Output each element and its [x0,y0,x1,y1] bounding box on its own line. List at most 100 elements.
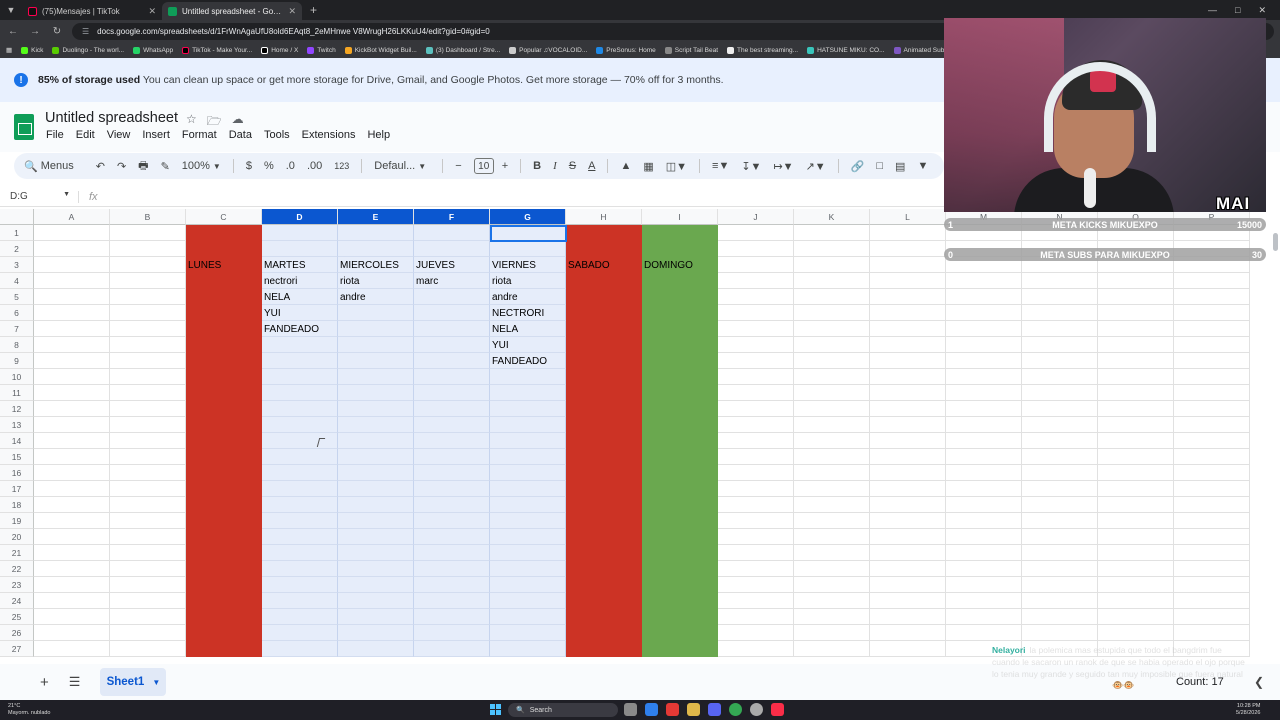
row-header[interactable]: 13 [0,417,34,433]
cell-e1[interactable] [338,225,414,241]
cell-a14[interactable] [34,433,110,449]
menu-view[interactable]: View [107,129,136,141]
cell-j21[interactable] [718,545,794,561]
cell-a9[interactable] [34,353,110,369]
cell-d4[interactable]: nectrori [262,273,338,289]
cell-n15[interactable] [1022,449,1098,465]
cell-i21[interactable] [642,545,718,561]
cell-f1[interactable] [414,225,490,241]
cell-m24[interactable] [946,593,1022,609]
cell-n18[interactable] [1022,497,1098,513]
cell-n19[interactable] [1022,513,1098,529]
cell-d27[interactable] [262,641,338,657]
cell-j18[interactable] [718,497,794,513]
cell-h12[interactable] [566,401,642,417]
cell-f9[interactable] [414,353,490,369]
cell-k14[interactable] [794,433,870,449]
cell-k16[interactable] [794,465,870,481]
cell-j24[interactable] [718,593,794,609]
cell-g25[interactable] [490,609,566,625]
cell-b7[interactable] [110,321,186,337]
cell-e7[interactable] [338,321,414,337]
row-header[interactable]: 11 [0,385,34,401]
cell-o21[interactable] [1098,545,1174,561]
discord-icon[interactable] [708,703,721,716]
cell-n5[interactable] [1022,289,1098,305]
row-header[interactable]: 7 [0,321,34,337]
cell-p11[interactable] [1174,385,1250,401]
cell-h10[interactable] [566,369,642,385]
row-header[interactable]: 5 [0,289,34,305]
cell-a24[interactable] [34,593,110,609]
cell-h14[interactable] [566,433,642,449]
browser-tab-sheets[interactable]: Untitled spreadsheet - Google ✕ [162,2,302,20]
cell-b6[interactable] [110,305,186,321]
cell-k13[interactable] [794,417,870,433]
cell-h26[interactable] [566,625,642,641]
cell-o4[interactable] [1098,273,1174,289]
strikethrough-icon[interactable]: S [569,160,576,172]
row-header[interactable]: 25 [0,609,34,625]
cell-e11[interactable] [338,385,414,401]
cell-g7[interactable]: NELA [490,321,566,337]
cell-k9[interactable] [794,353,870,369]
cell-g2[interactable] [490,241,566,257]
cell-d8[interactable] [262,337,338,353]
cell-k25[interactable] [794,609,870,625]
bookmark-item[interactable]: The best streaming... [727,46,798,54]
cell-f18[interactable] [414,497,490,513]
cell-j26[interactable] [718,625,794,641]
cell-k23[interactable] [794,577,870,593]
cell-b11[interactable] [110,385,186,401]
cell-a11[interactable] [34,385,110,401]
cell-e18[interactable] [338,497,414,513]
cell-p9[interactable] [1174,353,1250,369]
cell-k20[interactable] [794,529,870,545]
cell-a13[interactable] [34,417,110,433]
cell-p13[interactable] [1174,417,1250,433]
cell-c23[interactable] [186,577,262,593]
cell-a10[interactable] [34,369,110,385]
column-header-h[interactable]: H [566,209,642,225]
cell-n25[interactable] [1022,609,1098,625]
more-formats-button[interactable]: 123 [334,161,349,171]
cell-i5[interactable] [642,289,718,305]
cell-h9[interactable] [566,353,642,369]
cell-o12[interactable] [1098,401,1174,417]
cell-a26[interactable] [34,625,110,641]
row-header[interactable]: 12 [0,401,34,417]
cell-d16[interactable] [262,465,338,481]
cell-l8[interactable] [870,337,946,353]
row-header[interactable]: 2 [0,241,34,257]
select-all-corner[interactable] [0,209,34,225]
row-header[interactable]: 1 [0,225,34,241]
cell-m7[interactable] [946,321,1022,337]
cell-n20[interactable] [1022,529,1098,545]
column-header-g[interactable]: G [490,209,566,225]
add-sheet-button[interactable]: + [40,674,49,691]
cell-b3[interactable] [110,257,186,273]
cell-e25[interactable] [338,609,414,625]
cell-a2[interactable] [34,241,110,257]
cell-i18[interactable] [642,497,718,513]
cell-f22[interactable] [414,561,490,577]
cell-i24[interactable] [642,593,718,609]
row-header[interactable]: 24 [0,593,34,609]
cell-a22[interactable] [34,561,110,577]
maximize-icon[interactable]: □ [1235,5,1240,16]
row-header[interactable]: 16 [0,465,34,481]
cell-h24[interactable] [566,593,642,609]
cell-a8[interactable] [34,337,110,353]
cell-g24[interactable] [490,593,566,609]
browser-tab-tiktok[interactable]: (75)Mensajes | TikTok ✕ [22,2,162,20]
bookmark-item[interactable]: TikTok - Make Your... [182,46,252,54]
cell-j9[interactable] [718,353,794,369]
cell-p17[interactable] [1174,481,1250,497]
cell-l24[interactable] [870,593,946,609]
cell-f5[interactable] [414,289,490,305]
row-header[interactable]: 8 [0,337,34,353]
row-header[interactable]: 17 [0,481,34,497]
cell-d6[interactable]: YUI [262,305,338,321]
cell-e12[interactable] [338,401,414,417]
weather-widget[interactable]: 21°C Mayorm. nublado [8,703,51,717]
